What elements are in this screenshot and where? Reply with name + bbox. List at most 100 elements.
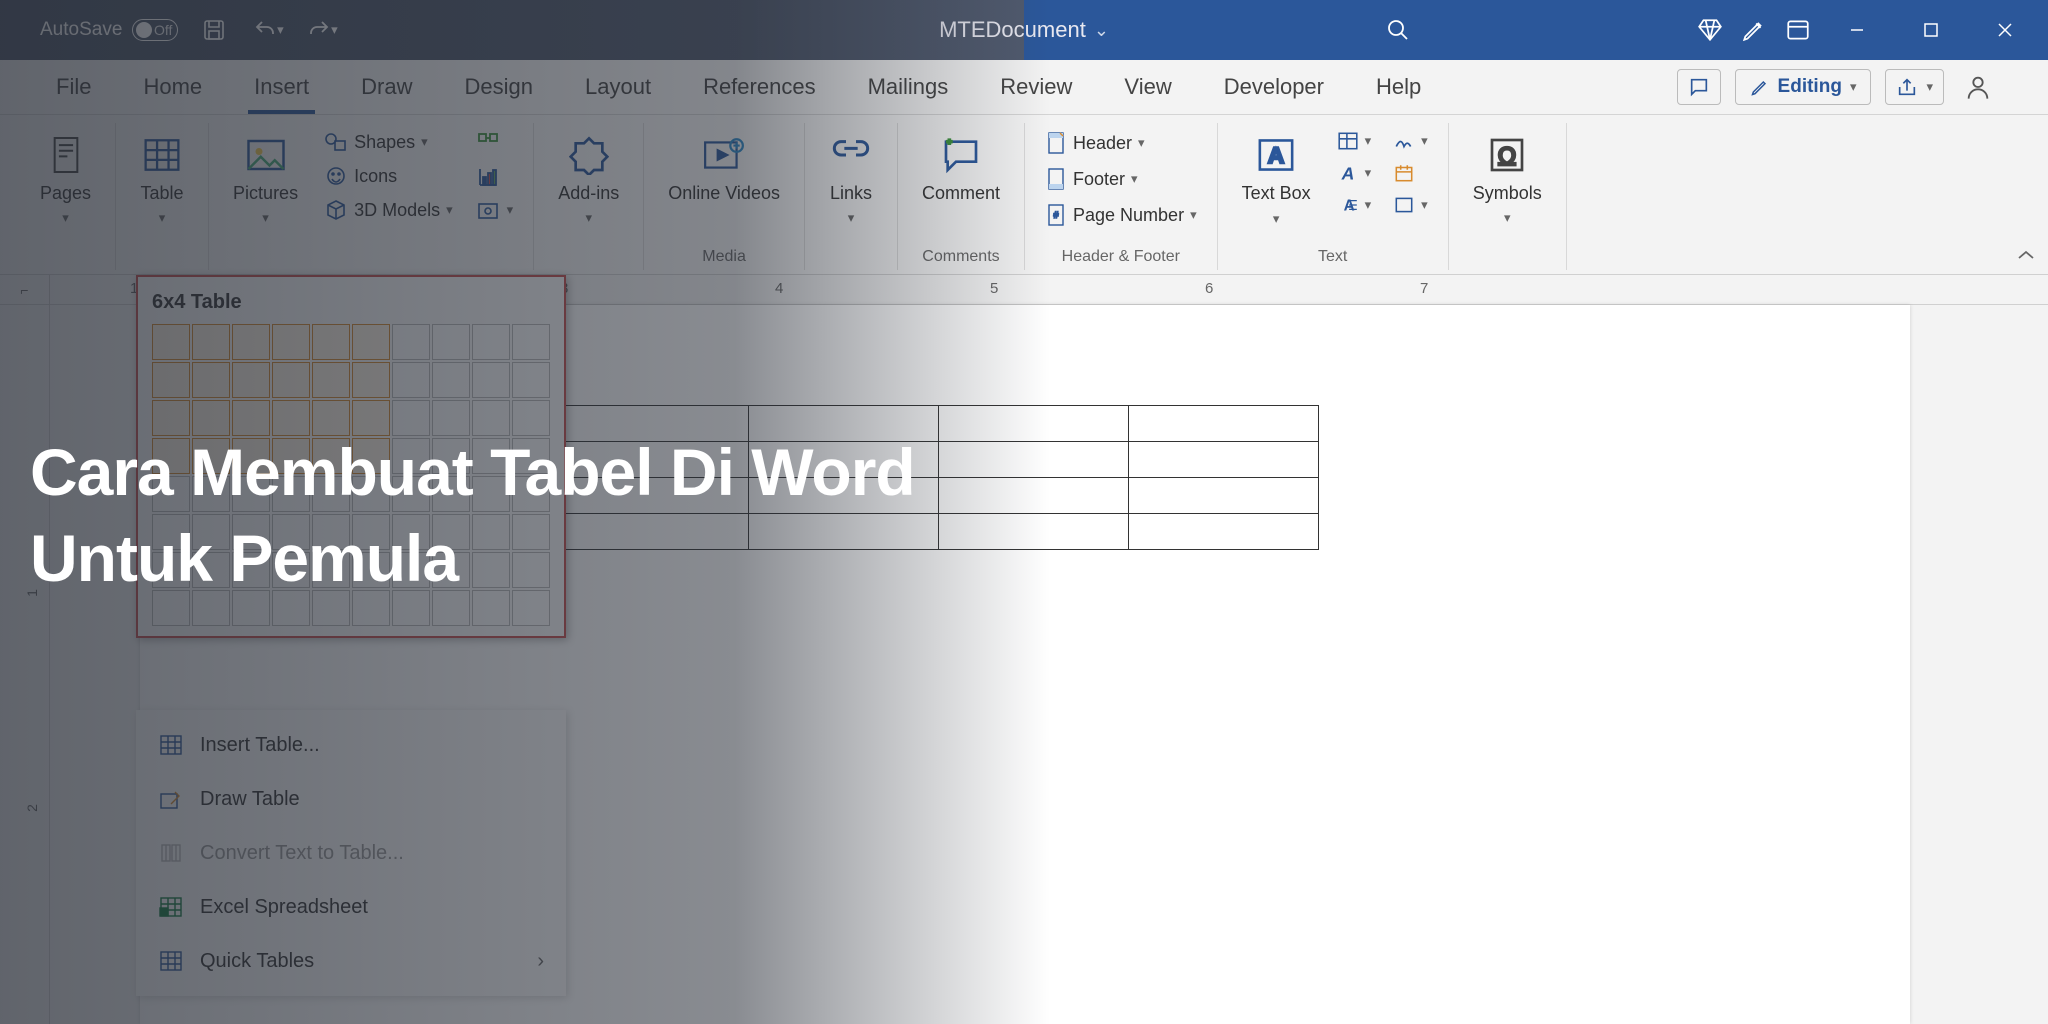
screenshot-button[interactable]: ▾ [469, 195, 520, 225]
header-label: Header [1073, 133, 1132, 154]
shapes-button[interactable]: Shapes▾ [318, 127, 459, 157]
undo-icon[interactable]: ▾ [250, 12, 286, 48]
table-button[interactable]: Table ▾ [130, 127, 194, 232]
table-icon [140, 133, 184, 177]
header-button[interactable]: Header▾ [1039, 127, 1203, 159]
object-button[interactable]: ▾ [1387, 191, 1434, 219]
online-videos-button[interactable]: Online Videos [658, 127, 790, 211]
window-layout-icon[interactable] [1780, 12, 1816, 48]
ruler-corner: ⌐ [0, 275, 50, 305]
comment-button[interactable]: Comment [912, 127, 1010, 210]
table-size-title: 6x4 Table [152, 291, 550, 324]
addins-button[interactable]: Add-ins ▾ [548, 127, 629, 232]
table-cell[interactable] [1129, 442, 1319, 478]
save-icon[interactable] [196, 12, 232, 48]
grid-cell[interactable] [472, 362, 510, 398]
table-cell[interactable] [939, 442, 1129, 478]
tab-help[interactable]: Help [1350, 60, 1447, 114]
icons-button[interactable]: Icons [318, 161, 459, 191]
grid-cell[interactable] [512, 324, 550, 360]
pictures-button[interactable]: Pictures ▾ [223, 127, 308, 232]
share-button[interactable]: ▾ [1885, 69, 1944, 105]
signature-button[interactable]: ▾ [1387, 127, 1434, 155]
dropcap-button[interactable]: A▾ [1331, 191, 1378, 219]
tab-draw[interactable]: Draw [335, 60, 438, 114]
editing-mode-button[interactable]: Editing ▾ [1735, 69, 1872, 105]
tab-home[interactable]: Home [117, 60, 228, 114]
quick-parts-button[interactable]: ▾ [1331, 127, 1378, 155]
insert-table-item[interactable]: Insert Table... [136, 718, 566, 772]
tab-view[interactable]: View [1098, 60, 1197, 114]
tab-layout[interactable]: Layout [559, 60, 677, 114]
textbox-button[interactable]: A Text Box ▾ [1232, 127, 1321, 233]
grid-cell[interactable] [152, 362, 190, 398]
datetime-button[interactable] [1387, 159, 1434, 187]
account-icon[interactable] [1958, 67, 1998, 107]
grid-cell[interactable] [352, 324, 390, 360]
ruler-tick: 6 [1205, 280, 1213, 297]
grid-cell[interactable] [432, 324, 470, 360]
grid-cell[interactable] [472, 324, 510, 360]
tab-developer[interactable]: Developer [1198, 60, 1350, 114]
footer-button[interactable]: Footer▾ [1039, 163, 1203, 195]
3d-models-button[interactable]: 3D Models▾ [318, 195, 459, 225]
tab-insert[interactable]: Insert [228, 60, 335, 114]
table-cell[interactable] [939, 406, 1129, 442]
grid-cell[interactable] [312, 324, 350, 360]
grid-cell[interactable] [232, 324, 270, 360]
table-cell[interactable] [1129, 514, 1319, 550]
icons-label: Icons [354, 166, 397, 187]
grid-cell[interactable] [432, 362, 470, 398]
grid-cell[interactable] [512, 362, 550, 398]
grid-cell[interactable] [232, 362, 270, 398]
pen-icon[interactable] [1736, 12, 1772, 48]
draw-table-item[interactable]: Draw Table [136, 772, 566, 826]
chart-button[interactable] [469, 161, 520, 191]
collapse-ribbon-icon[interactable] [2016, 248, 2036, 262]
page-number-button[interactable]: # Page Number▾ [1039, 199, 1203, 231]
autosave-control[interactable]: AutoSave Off [40, 19, 178, 41]
close-button[interactable] [1972, 0, 2038, 60]
overlay-headline: Cara Membuat Tabel Di Word Untuk Pemula [30, 430, 915, 602]
search-icon[interactable] [1380, 12, 1416, 48]
quick-tables-icon [158, 948, 184, 974]
maximize-button[interactable] [1898, 0, 1964, 60]
comments-button[interactable] [1677, 69, 1721, 105]
table-cell[interactable] [939, 478, 1129, 514]
grid-cell[interactable] [352, 362, 390, 398]
insert-table-icon [158, 732, 184, 758]
ribbon-content: Pages ▾ Table ▾ Pictures ▾ Shap [0, 115, 2048, 275]
document-title[interactable]: MTEDocument ⌄ [939, 17, 1109, 43]
table-cell[interactable] [1129, 478, 1319, 514]
diamond-icon[interactable] [1692, 12, 1728, 48]
table-cell[interactable] [939, 514, 1129, 550]
autosave-label: AutoSave [40, 19, 122, 41]
pages-button[interactable]: Pages ▾ [30, 127, 101, 232]
tab-design[interactable]: Design [439, 60, 559, 114]
autosave-toggle[interactable]: Off [132, 19, 178, 41]
pages-label: Pages [40, 183, 91, 204]
symbols-button[interactable]: Ω Symbols ▾ [1463, 127, 1552, 232]
minimize-button[interactable] [1824, 0, 1890, 60]
table-cell[interactable] [1129, 406, 1319, 442]
symbols-label: Symbols [1473, 183, 1542, 204]
excel-spreadsheet-item[interactable]: X Excel Spreadsheet [136, 880, 566, 934]
grid-cell[interactable] [312, 362, 350, 398]
grid-cell[interactable] [152, 324, 190, 360]
grid-cell[interactable] [192, 362, 230, 398]
grid-cell[interactable] [392, 362, 430, 398]
grid-cell[interactable] [192, 324, 230, 360]
tab-file[interactable]: File [30, 60, 117, 114]
grid-cell[interactable] [272, 362, 310, 398]
grid-cell[interactable] [392, 324, 430, 360]
wordart-button[interactable]: A▾ [1331, 159, 1378, 187]
tab-references[interactable]: References [677, 60, 842, 114]
tab-review[interactable]: Review [974, 60, 1098, 114]
smartart-button[interactable] [469, 127, 520, 157]
links-button[interactable]: Links ▾ [819, 127, 883, 232]
grid-cell[interactable] [272, 324, 310, 360]
vertical-ruler[interactable]: 12 [0, 305, 50, 1024]
redo-icon[interactable]: ▾ [304, 12, 340, 48]
quick-tables-item[interactable]: Quick Tables › [136, 934, 566, 988]
tab-mailings[interactable]: Mailings [842, 60, 975, 114]
